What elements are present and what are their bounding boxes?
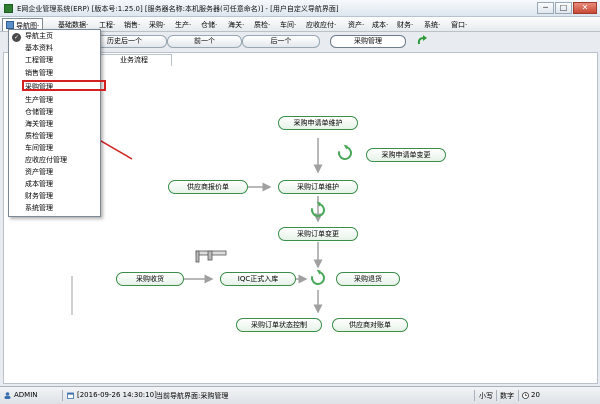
navigation-map-icon <box>6 21 14 29</box>
dropdown-item-production[interactable]: 生产管理 <box>25 95 53 106</box>
dropdown-item-receivables[interactable]: 应收应付管理 <box>25 155 67 166</box>
menu-sales[interactable]: 销售· <box>124 20 140 30</box>
menu-receivables-payables[interactable]: 应收应付· <box>306 20 336 30</box>
calendar-icon <box>67 392 74 399</box>
dropdown-item-workshop[interactable]: 车间管理 <box>25 143 53 154</box>
flow-box-order-status[interactable]: 采购订单状态控制 <box>236 318 322 332</box>
dropdown-item-assets[interactable]: 资产管理 <box>25 167 53 178</box>
status-datetime: [2016-09-26 14:30:10] <box>77 391 157 399</box>
menu-purchasing[interactable]: 采购· <box>149 20 165 30</box>
flow-box-order-maintain[interactable]: 采购订单维护 <box>278 180 358 194</box>
menu-workshop[interactable]: 车间· <box>280 20 296 30</box>
caliper-icon <box>195 250 227 263</box>
close-button[interactable]: ✕ <box>573 2 597 14</box>
dropdown-item-sales[interactable]: 销售管理 <box>25 68 53 79</box>
title-bar: E网企业管理系统(ERP) [版本号:1.25.0] [服务器名称:本机服务器(… <box>0 0 600 17</box>
flow-box-purchase-request[interactable]: 采购申请单维护 <box>278 116 358 130</box>
menu-quality[interactable]: 质检· <box>254 20 270 30</box>
menu-engineering[interactable]: 工程· <box>99 20 115 30</box>
dropdown-item-engineering[interactable]: 工程管理 <box>25 55 53 66</box>
window-title: E网企业管理系统(ERP) [版本号:1.25.0] [服务器名称:本机服务器(… <box>17 5 339 13</box>
clock-icon <box>522 392 529 399</box>
refresh-icon[interactable] <box>417 35 427 46</box>
status-num-label: 数字 <box>500 392 514 400</box>
menu-system[interactable]: 系统· <box>424 20 440 30</box>
dropdown-item-customs[interactable]: 海关管理 <box>25 119 53 130</box>
current-nav-tab[interactable]: 采购管理 <box>330 35 406 48</box>
status-current-view: 当前导航界面:采购管理 <box>156 392 229 400</box>
navigation-dropdown: ✓ 导航主页 基本资料 工程管理 销售管理 采购管理 生产管理 仓储管理 海关管… <box>8 29 101 217</box>
previous-tab[interactable]: 前一个 <box>167 35 242 48</box>
dropdown-item-finance[interactable]: 财务管理 <box>25 191 53 202</box>
menu-customs[interactable]: 海关· <box>228 20 244 30</box>
status-bar: ADMIN [2016-09-26 14:30:10] 当前导航界面:采购管理 … <box>0 386 600 404</box>
flow-box-receiving[interactable]: 采购收货 <box>116 272 184 286</box>
dropdown-item-home[interactable]: 导航主页 <box>25 31 53 42</box>
flow-box-supplier-quote[interactable]: 供应商报价单 <box>168 180 248 194</box>
tab-business-flow[interactable]: 业务流程 <box>96 54 172 66</box>
minimize-button[interactable]: ─ <box>537 2 554 14</box>
menu-window[interactable]: 窗口· <box>451 20 467 30</box>
dropdown-item-basic-data[interactable]: 基本资料 <box>25 43 53 54</box>
window-controls: ─ □ ✕ <box>537 2 597 14</box>
flow-box-supplier-statement[interactable]: 供应商对账单 <box>332 318 408 332</box>
maximize-button[interactable]: □ <box>555 2 572 14</box>
selected-item-highlight <box>22 80 106 91</box>
menu-warehouse[interactable]: 仓储· <box>201 20 217 30</box>
menu-cost[interactable]: 成本· <box>372 20 388 30</box>
menu-finance[interactable]: 财务· <box>397 20 413 30</box>
status-user: ADMIN <box>14 391 38 399</box>
app-icon <box>4 4 13 13</box>
dropdown-item-warehouse[interactable]: 仓储管理 <box>25 107 53 118</box>
status-clock: 20 <box>531 391 540 399</box>
menu-assets[interactable]: 资产· <box>348 20 364 30</box>
dropdown-item-quality[interactable]: 质检管理 <box>25 131 53 142</box>
next-tab[interactable]: 后一个 <box>242 35 320 48</box>
dropdown-item-cost[interactable]: 成本管理 <box>25 179 53 190</box>
flow-box-order-change[interactable]: 采购订单变更 <box>278 227 358 241</box>
dropdown-item-system[interactable]: 系统管理 <box>25 203 53 214</box>
flow-box-iqc-stock-in[interactable]: IQC正式入库 <box>220 272 296 286</box>
flow-box-purchase-return[interactable]: 采购退货 <box>336 272 400 286</box>
flow-box-request-change[interactable]: 采购申请单变更 <box>366 148 446 162</box>
status-small-label: 小写 <box>479 392 493 400</box>
user-icon <box>4 392 11 399</box>
menu-production[interactable]: 生产· <box>175 20 191 30</box>
check-icon: ✓ <box>12 33 21 42</box>
